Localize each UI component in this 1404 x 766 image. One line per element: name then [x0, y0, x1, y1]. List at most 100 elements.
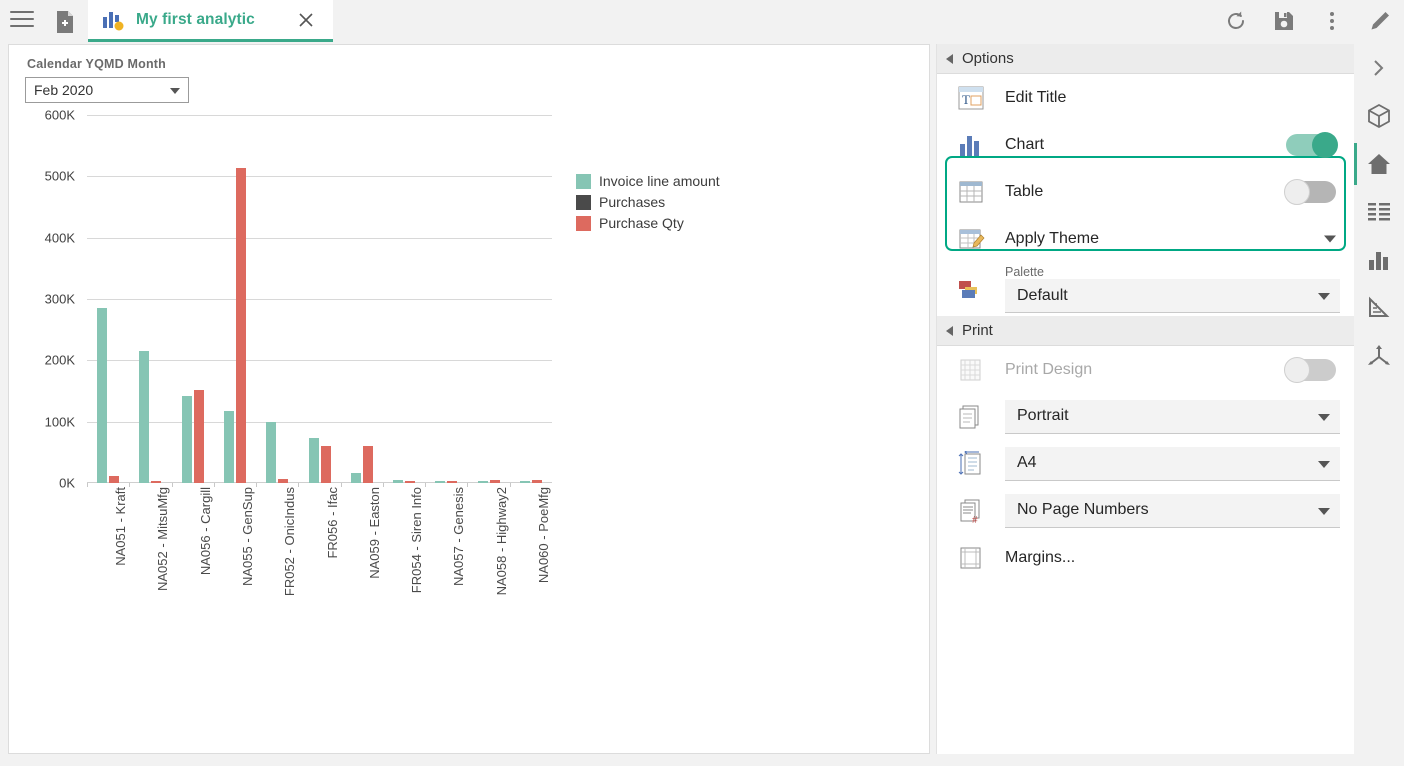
toggle-knob [1312, 132, 1338, 158]
legend-item[interactable]: Invoice line amount [576, 173, 720, 189]
option-label: Print Design [1005, 361, 1092, 379]
apply-theme-icon [957, 226, 985, 252]
y-axis-tick-label: 300K [45, 292, 75, 307]
chevron-down-icon [1318, 461, 1330, 468]
chart: 0K100K200K300K400K500K600K NA051 - Kraft… [31, 115, 911, 635]
chart-bar[interactable] [309, 438, 319, 483]
chart-bar[interactable] [224, 411, 234, 483]
orientation-icon [957, 404, 985, 430]
y-axis-tick-label: 600K [45, 108, 75, 123]
page-numbers-row: # No Page Numbers [937, 487, 1354, 534]
expand-chevron-icon[interactable] [1354, 44, 1404, 92]
page-numbers-icon: # [957, 498, 985, 524]
print-section-title: Print [962, 322, 993, 339]
legend-item[interactable]: Purchase Qty [576, 215, 720, 231]
filter-value: Feb 2020 [34, 82, 93, 98]
close-icon[interactable] [297, 11, 315, 29]
more-options-icon[interactable] [1308, 0, 1356, 42]
option-label: Chart [1005, 136, 1044, 154]
orientation-row: Portrait [937, 393, 1354, 440]
chart-bar[interactable] [393, 480, 403, 483]
chevron-down-icon [1318, 414, 1330, 421]
chart-bar[interactable] [182, 396, 192, 483]
legend-label: Purchase Qty [599, 215, 684, 231]
chart-bar[interactable] [321, 446, 331, 483]
home-icon[interactable] [1354, 140, 1404, 188]
chart-bar[interactable] [266, 422, 276, 483]
y-axis-tick-label: 0K [59, 476, 75, 491]
chart-bar[interactable] [520, 481, 530, 483]
chart-bar[interactable] [194, 390, 204, 483]
tab-my-first-analytic[interactable]: My first analytic [88, 0, 333, 42]
cube-icon[interactable] [1354, 92, 1404, 140]
chart-bar[interactable] [97, 308, 107, 483]
table-toggle[interactable] [1286, 181, 1336, 203]
option-apply-theme[interactable]: Apply Theme [937, 215, 1354, 262]
chart-bar[interactable] [278, 479, 288, 483]
new-document-icon[interactable] [50, 8, 80, 36]
collapse-triangle-icon [946, 326, 953, 336]
calendar-month-select[interactable]: Feb 2020 [25, 77, 189, 103]
chart-bar[interactable] [236, 168, 246, 483]
legend-label: Purchases [599, 194, 665, 210]
analytic-chart-icon [102, 9, 126, 31]
paper-size-icon [957, 451, 985, 477]
list-layout-icon[interactable] [1354, 188, 1404, 236]
option-print-design[interactable]: Print Design [937, 346, 1354, 393]
options-section-title: Options [962, 50, 1014, 67]
page-numbers-select[interactable]: No Page Numbers [1005, 494, 1340, 528]
refresh-icon[interactable] [1212, 0, 1260, 42]
x-axis-tick-label: NA051 - Kraft [113, 487, 128, 566]
chart-bar[interactable] [109, 476, 119, 483]
chart-bar[interactable] [151, 481, 161, 483]
option-table[interactable]: Table [937, 168, 1354, 215]
chart-bar[interactable] [405, 481, 415, 483]
chart-bar[interactable] [351, 473, 361, 483]
paper-size-row: A4 [937, 440, 1354, 487]
gridline [87, 360, 552, 361]
chart-bar[interactable] [139, 351, 149, 483]
print-section-header[interactable]: Print [937, 316, 1354, 346]
palette-icon [957, 276, 985, 302]
chart-legend: Invoice line amount Purchases Purchase Qty [576, 173, 720, 236]
legend-label: Invoice line amount [599, 173, 720, 189]
gridline [87, 176, 552, 177]
legend-item[interactable]: Purchases [576, 194, 720, 210]
gridline [87, 238, 552, 239]
x-axis-labels: NA051 - KraftNA052 - MitsuMfgNA056 - Car… [87, 487, 557, 637]
axes-icon[interactable] [1354, 332, 1404, 380]
orientation-select[interactable]: Portrait [1005, 400, 1340, 434]
chevron-down-icon[interactable] [1324, 235, 1336, 242]
right-icon-rail [1354, 44, 1404, 754]
edit-pencil-icon[interactable] [1356, 0, 1404, 42]
paper-size-select[interactable]: A4 [1005, 447, 1340, 481]
x-axis-tick-label: NA052 - MitsuMfg [155, 487, 170, 591]
ruler-icon[interactable] [1354, 284, 1404, 332]
hamburger-menu-icon[interactable] [10, 11, 34, 31]
chart-bar[interactable] [490, 480, 500, 483]
y-axis-tick-label: 100K [45, 414, 75, 429]
analytic-canvas: Calendar YQMD Month Feb 2020 0K100K200K3… [8, 44, 930, 754]
svg-text:#: # [972, 515, 978, 524]
bar-chart-icon[interactable] [1354, 236, 1404, 284]
chart-bar[interactable] [532, 480, 542, 483]
chart-toggle[interactable] [1286, 134, 1336, 156]
x-axis-tick-label: NA060 - PoeMfg [536, 487, 551, 583]
svg-text:T: T [962, 92, 970, 107]
option-label: Edit Title [1005, 89, 1066, 107]
save-icon[interactable] [1260, 0, 1308, 42]
options-section-header[interactable]: Options [937, 44, 1354, 74]
top-actions [1212, 0, 1404, 42]
chart-bar[interactable] [363, 446, 373, 483]
print-design-toggle[interactable] [1286, 359, 1336, 381]
option-chart[interactable]: Chart [937, 121, 1354, 168]
chart-bar[interactable] [478, 481, 488, 483]
chart-bar[interactable] [435, 481, 445, 483]
plot-area [87, 115, 552, 483]
option-edit-title[interactable]: T Edit Title [937, 74, 1354, 121]
palette-select[interactable]: Default [1005, 279, 1340, 313]
option-margins[interactable]: Margins... [937, 534, 1354, 581]
palette-value: Default [1017, 287, 1068, 305]
option-label: Margins... [1005, 549, 1075, 567]
chart-bar[interactable] [447, 481, 457, 483]
